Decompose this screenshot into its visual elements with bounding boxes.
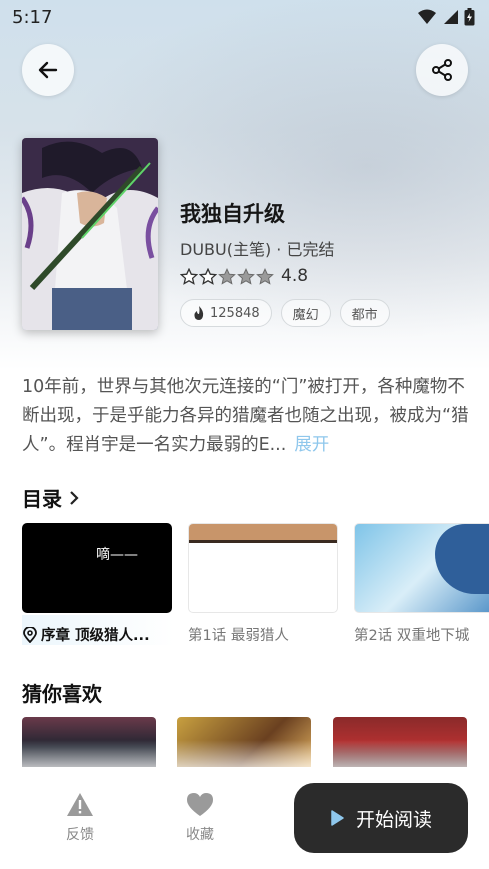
chapter-item[interactable]: 第2话 双重地下城 [354, 523, 489, 645]
back-button[interactable] [22, 44, 74, 96]
chapter-list: 嘀—— 序章 顶级猎人... 第1话 最弱猎人 第2话 双重地下城 [22, 523, 489, 653]
synopsis-text: 10年前，世界与其他次元连接的“门”被打开，各种魔物不断出现，于是乎能力各异的猎… [22, 377, 469, 455]
recommend-header: 猜你喜欢 [22, 678, 102, 707]
star-icon [218, 267, 236, 285]
chapter-thumb-text: 嘀—— [96, 547, 138, 563]
recommend-title: 猜你喜欢 [22, 682, 102, 706]
start-reading-button[interactable]: 开始阅读 [294, 783, 468, 853]
chapter-label: 序章 顶级猎人... [22, 624, 172, 645]
toc-header[interactable]: 目录 [22, 483, 80, 512]
chapter-thumbnail [354, 523, 489, 613]
book-title: 我独自升级 [180, 202, 285, 226]
share-button[interactable] [416, 44, 468, 96]
status-icons [418, 8, 475, 26]
chapter-title: 序章 顶级猎人... [41, 628, 150, 644]
wifi-icon [418, 9, 436, 24]
popularity-tag[interactable]: 125848 [180, 299, 272, 327]
star-icon [256, 267, 274, 285]
warning-icon [67, 793, 93, 816]
flame-icon [194, 306, 204, 320]
chapter-label: 第2话 双重地下城 [354, 628, 470, 644]
location-pin-icon [23, 626, 37, 643]
star-icon [199, 267, 217, 285]
star-icon [180, 267, 198, 285]
chapter-item[interactable]: 第1话 最弱猎人 [188, 523, 338, 645]
star-icon [237, 267, 255, 285]
toc-title: 目录 [22, 487, 62, 511]
book-cover[interactable] [22, 138, 158, 330]
favorite-button[interactable]: 收藏 [186, 792, 214, 844]
status-time: 5:17 [12, 6, 53, 28]
play-icon [331, 810, 344, 826]
feedback-button[interactable]: 反馈 [66, 792, 94, 844]
synopsis: 10年前，世界与其他次元连接的“门”被打开，各种魔物不断出现，于是乎能力各异的猎… [22, 373, 470, 460]
favorite-label: 收藏 [186, 827, 214, 843]
feedback-label: 反馈 [66, 827, 94, 843]
book-author-status: DUBU(主笔) · 已完结 [180, 240, 335, 259]
chevron-right-icon [70, 490, 79, 505]
chapter-thumbnail: 嘀—— [22, 523, 172, 613]
rating: 4.8 [180, 266, 308, 286]
arrow-left-icon [38, 61, 58, 79]
chapter-label: 第1话 最弱猎人 [188, 628, 289, 644]
signal-icon [444, 10, 458, 24]
genre-tag-urban[interactable]: 都市 [339, 299, 390, 327]
expand-button[interactable]: 展开 [294, 435, 329, 455]
chapter-thumbnail [188, 523, 338, 613]
tag-list: 125848 魔幻 都市 [180, 299, 390, 327]
heart-icon [187, 793, 213, 816]
share-icon [432, 59, 452, 81]
popularity-count: 125848 [210, 305, 260, 321]
genre-tag-fantasy[interactable]: 魔幻 [280, 299, 331, 327]
status-bar: 5:17 [0, 0, 489, 34]
rating-value: 4.8 [281, 266, 309, 286]
start-reading-label: 开始阅读 [355, 808, 432, 831]
battery-icon [464, 8, 475, 26]
cover-art [22, 138, 158, 330]
rating-stars [180, 267, 274, 285]
chapter-item[interactable]: 嘀—— 序章 顶级猎人... [22, 523, 172, 645]
